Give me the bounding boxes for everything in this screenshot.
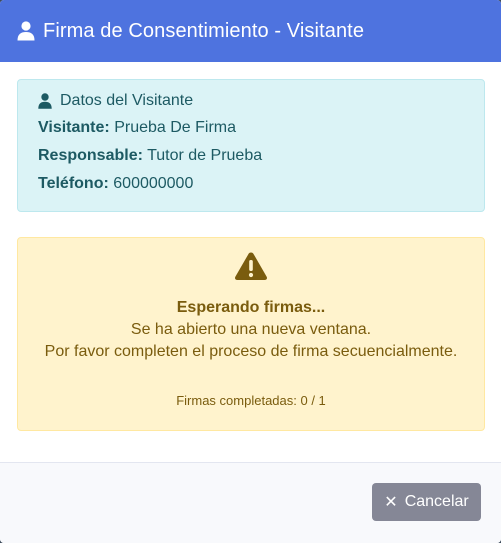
modal-footer: ✕ Cancelar xyxy=(0,462,501,543)
cancel-button-label: Cancelar xyxy=(404,493,469,510)
responsible-value: Tutor de Prueba xyxy=(147,147,263,164)
status-line-1: Se ha abierto una nueva ventana. xyxy=(130,321,372,338)
responsible-row: Responsable: Tutor de Prueba xyxy=(38,146,464,166)
signature-progress-text: Firmas completadas: 0 / 1 xyxy=(176,393,326,408)
consent-modal: Firma de Consentimiento - Visitante Dato… xyxy=(0,0,501,543)
visitor-info-title: Datos del Visitante xyxy=(60,92,194,109)
visitor-name-label: Visitante: xyxy=(38,119,110,136)
modal-header: Firma de Consentimiento - Visitante xyxy=(0,0,501,62)
visitor-info-box: Datos del Visitante Visitante: Prueba De… xyxy=(17,79,485,212)
cancel-button[interactable]: ✕ Cancelar xyxy=(372,483,481,521)
user-icon xyxy=(17,21,35,41)
signature-status-box: Esperando firmas... Se ha abierto una nu… xyxy=(17,237,485,431)
user-icon xyxy=(38,93,52,109)
status-line-2: Por favor completen el proceso de firma … xyxy=(44,343,458,360)
status-title: Esperando firmas... xyxy=(176,299,326,316)
responsible-label: Responsable: xyxy=(38,147,143,164)
phone-value: 600000000 xyxy=(113,175,194,192)
close-icon: ✕ xyxy=(384,494,398,511)
visitor-name-row: Visitante: Prueba De Firma xyxy=(38,118,464,138)
visitor-name-value: Prueba De Firma xyxy=(114,119,237,136)
phone-label: Teléfono: xyxy=(38,175,109,192)
warning-triangle-icon xyxy=(234,251,268,281)
phone-row: Teléfono: 600000000 xyxy=(38,174,464,194)
modal-title: Firma de Consentimiento - Visitante xyxy=(43,19,365,42)
visitor-info-heading: Datos del Visitante xyxy=(38,92,464,110)
modal-body: Datos del Visitante Visitante: Prueba De… xyxy=(0,62,501,431)
